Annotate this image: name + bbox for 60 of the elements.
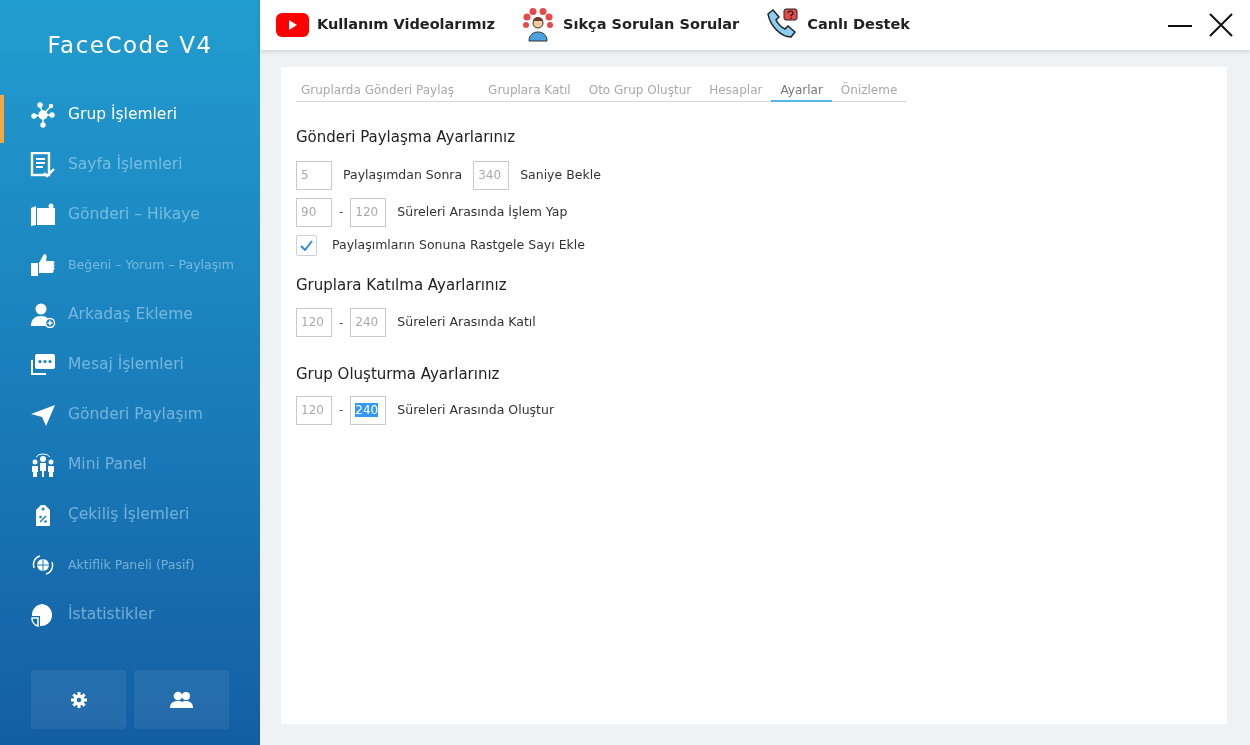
checkmark-icon <box>300 239 313 251</box>
sidebar-menu-item[interactable]: İstatistikler <box>0 590 260 640</box>
note-icon <box>30 202 56 228</box>
sidebar-menu-item[interactable]: Gönderi – Hikaye <box>0 190 260 240</box>
tab[interactable]: Hesaplar <box>700 81 772 102</box>
people-icon <box>30 452 56 478</box>
dash-separator: - <box>339 402 344 419</box>
video-play-icon <box>276 13 309 37</box>
section-heading: Grup Oluşturma Ayarlarınız <box>296 364 501 385</box>
checkbox-label: Paylaşımların Sonuna Rastgele Sayı Ekle <box>332 235 585 254</box>
number-field[interactable]: 120 <box>296 308 332 337</box>
toolbar-link[interactable]: Canlı Destek <box>765 8 910 42</box>
users-icon <box>169 690 194 709</box>
tab[interactable]: Ayarlar <box>771 81 832 102</box>
dash-separator: - <box>339 314 344 332</box>
sidebar-menu-item[interactable]: Mini Panel <box>0 440 260 490</box>
number-field[interactable]: 240 <box>350 308 387 337</box>
field-label: Saniye Bekle <box>520 165 601 184</box>
number-field[interactable]: 120 <box>350 197 387 227</box>
sidebar-menu-item[interactable]: Mesaj İşlemleri <box>0 340 260 390</box>
checkbox[interactable] <box>296 234 317 256</box>
field-label: Süreleri Arasında Katıl <box>397 313 536 332</box>
chat-icon <box>30 352 56 378</box>
number-field[interactable]: 340 <box>473 160 510 190</box>
sidebar-menu-item[interactable]: Aktiflik Paneli (Pasif) <box>0 540 260 590</box>
app-logo-text: FaceCode V4 <box>47 30 213 60</box>
dash-separator: - <box>339 204 344 221</box>
sidebar-menu-item[interactable]: Arkadaş Ekleme <box>0 290 260 340</box>
document-check-icon <box>30 152 56 178</box>
settings-button[interactable] <box>31 670 126 729</box>
number-field[interactable]: 240 <box>350 395 387 425</box>
network-icon <box>30 102 56 128</box>
paper-plane-icon <box>30 402 56 428</box>
person-questions-icon <box>521 8 555 42</box>
toolbar-link[interactable]: Kullanım Videolarımız <box>276 13 495 37</box>
field-label: Süreleri Arasında İşlem Yap <box>397 202 568 221</box>
tab[interactable]: Oto Grup Oluştur <box>579 81 701 102</box>
sidebar-menu-item[interactable]: Sayfa İşlemleri <box>0 140 260 190</box>
field-label: Paylaşımdan Sonra <box>343 165 463 184</box>
thumbs-up-icon <box>30 252 56 278</box>
sidebar-menu-item[interactable]: Beğeni – Yorum – Paylaşım <box>0 240 260 290</box>
close-button[interactable] <box>1208 12 1234 38</box>
number-field[interactable]: 120 <box>296 395 332 425</box>
sidebar-menu-item[interactable]: Gönderi Paylaşım <box>0 390 260 440</box>
tab[interactable]: Gruplarda Gönderi Paylaş <box>296 81 480 102</box>
minimize-icon <box>1168 24 1192 27</box>
toolbar-link[interactable]: Sıkça Sorulan Sorular <box>521 8 740 42</box>
field-label: Süreleri Arasında Oluştur <box>397 400 555 419</box>
tab[interactable]: Gruplara Katıl <box>479 81 580 102</box>
number-field[interactable]: 90 <box>296 197 332 227</box>
section-heading: Gruplara Katılma Ayarlarınız <box>296 274 508 296</box>
user-add-icon <box>30 302 56 328</box>
close-icon <box>1208 12 1234 38</box>
users-button[interactable] <box>134 670 229 729</box>
number-field[interactable]: 5 <box>296 160 332 190</box>
globe-arrows-icon <box>30 552 56 578</box>
tab[interactable]: Önizleme <box>831 81 907 102</box>
section-heading: Gönderi Paylaşma Ayarlarınız <box>296 127 517 148</box>
sidebar-menu-item[interactable]: Çekiliş İşlemleri <box>0 490 260 540</box>
sidebar-menu-item[interactable]: Grup İşlemleri <box>0 90 260 140</box>
